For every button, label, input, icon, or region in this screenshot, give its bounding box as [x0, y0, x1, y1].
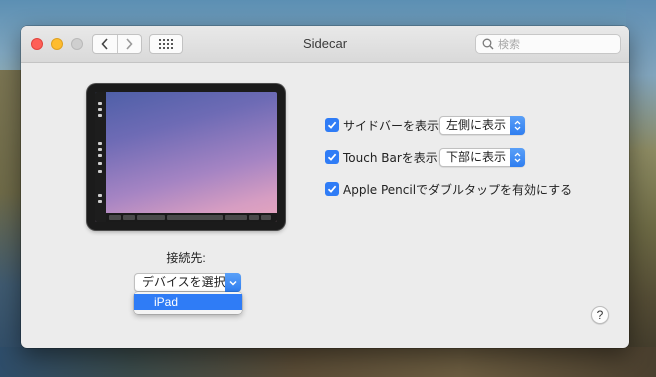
zoom-button[interactable] [71, 38, 83, 50]
titlebar: Sidecar [21, 26, 629, 63]
updown-icon [510, 148, 525, 167]
forward-button[interactable] [116, 35, 142, 53]
show-all-button[interactable] [149, 34, 183, 54]
checkmark-icon [327, 121, 337, 129]
search-icon [481, 37, 495, 51]
chevron-left-icon [101, 38, 108, 50]
device-select-value: デバイスを選択 [142, 275, 226, 289]
touchbar-option-label: Touch Barを表示 [343, 150, 438, 165]
pencil-option-label: Apple Pencilでダブルタップを有効にする [343, 182, 573, 197]
search-input[interactable] [498, 37, 618, 51]
back-button[interactable] [93, 35, 117, 53]
device-select-popup[interactable]: デバイスを選択 [134, 273, 241, 292]
connection-label: 接続先: [166, 251, 206, 265]
ipad-screen [95, 92, 277, 222]
option-pencil-row: Apple Pencilでダブルタップを有効にする [325, 180, 572, 198]
ipad-illustration [87, 84, 285, 230]
minimize-button[interactable] [51, 38, 63, 50]
checkmark-icon [327, 185, 337, 193]
chevron-right-icon [126, 38, 133, 50]
help-button[interactable]: ? [591, 306, 609, 324]
touchbar-position-value: 下部に表示 [446, 150, 507, 164]
touchbar-position-select[interactable]: 下部に表示 [439, 148, 525, 167]
sidebar-position-select[interactable]: 左側に表示 [439, 116, 525, 135]
touchbar-checkbox[interactable] [325, 150, 339, 164]
option-touchbar-row: Touch Barを表示 [325, 148, 438, 166]
close-button[interactable] [31, 38, 43, 50]
menu-item-ipad[interactable]: iPad [134, 294, 242, 310]
ipad-sidebar-preview [95, 92, 106, 222]
sidebar-option-label: サイドバーを表示 [343, 118, 440, 133]
device-dropdown-menu: iPad [134, 292, 242, 314]
pencil-checkbox[interactable] [325, 182, 339, 196]
ipad-touchbar-preview [106, 213, 277, 222]
navigation-buttons [92, 34, 142, 54]
desktop-wallpaper-bottom [0, 347, 656, 377]
search-field[interactable] [475, 34, 621, 54]
checkmark-icon [327, 153, 337, 161]
desktop-wallpaper-right [626, 0, 656, 377]
sidebar-checkbox[interactable] [325, 118, 339, 132]
updown-icon [510, 116, 525, 135]
sidebar-position-value: 左側に表示 [446, 118, 507, 132]
option-sidebar-row: サイドバーを表示 [325, 116, 439, 134]
chevron-down-icon [225, 273, 241, 292]
grid-icon [159, 39, 173, 49]
sidecar-window: Sidecar 検索 接続先: デバイスを選択 iPad サイドバーを表示 左側… [21, 26, 629, 348]
